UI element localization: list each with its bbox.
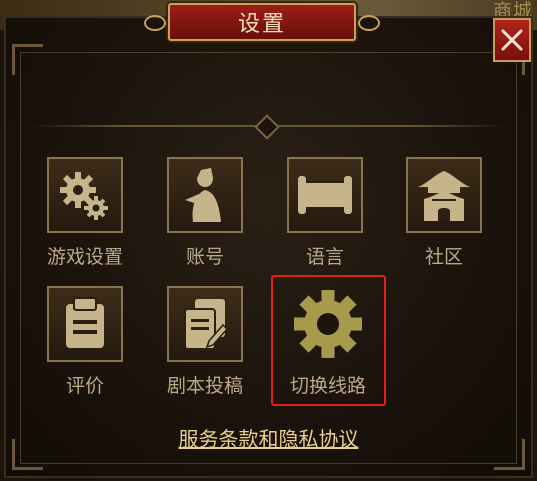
item-label: 游戏设置 [46, 246, 123, 268]
dialog-title: 设置 [237, 12, 286, 37]
account-button[interactable]: 账号 [160, 157, 250, 269]
item-label: 账号 [185, 246, 224, 268]
document-submit-icon [184, 299, 229, 350]
item-label: 语言 [305, 246, 344, 268]
icon-frame [47, 286, 123, 362]
icon-frame [287, 157, 363, 233]
close-icon [501, 29, 523, 51]
language-button[interactable]: 语言 [280, 157, 370, 269]
scroll-icon [298, 176, 352, 214]
clipboard-icon [66, 297, 104, 348]
community-button[interactable]: 社区 [399, 157, 489, 269]
pagoda-icon [418, 171, 470, 221]
game-settings-button[interactable]: 游戏设置 [40, 157, 130, 269]
terms-privacy-link[interactable]: 服务条款和隐私协议 [0, 423, 537, 452]
icon-frame [406, 157, 482, 233]
item-label: 剧本投稿 [166, 375, 243, 397]
corner-ornament [12, 44, 43, 75]
character-icon [185, 168, 221, 222]
script-submission-button[interactable]: 剧本投稿 [160, 286, 250, 398]
icon-frame [167, 157, 243, 233]
icon-frame [167, 286, 243, 362]
close-button[interactable] [493, 18, 531, 62]
selection-highlight [271, 275, 386, 406]
gears-icon [60, 172, 108, 220]
rating-button[interactable]: 评价 [40, 286, 130, 398]
dialog-title-bar: 设置 [144, 3, 380, 41]
item-label: 社区 [424, 246, 463, 268]
item-label: 评价 [65, 375, 104, 397]
icon-frame [47, 157, 123, 233]
